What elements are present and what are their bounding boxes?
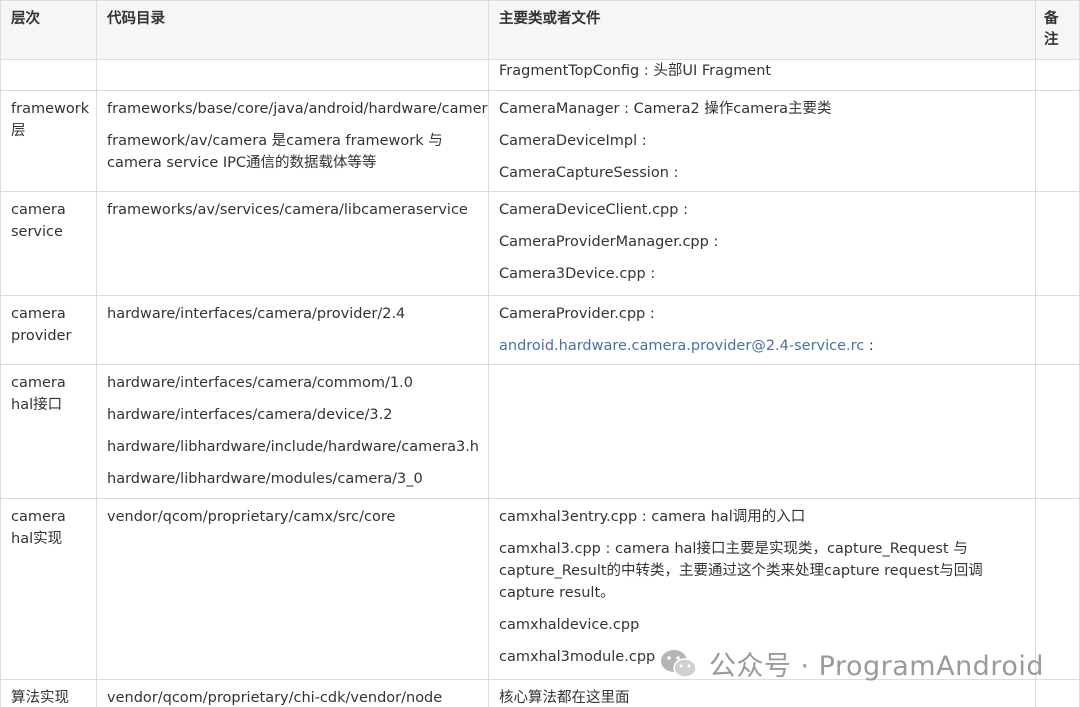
header-layer: 层次 xyxy=(0,0,97,60)
remark-cell xyxy=(1035,498,1080,680)
files-cell: CameraDeviceClient.cpp : CameraProviderM… xyxy=(488,191,1036,296)
header-main-files: 主要类或者文件 xyxy=(488,0,1036,60)
layer-cell: framework层 xyxy=(0,90,97,192)
table-row: FragmentTopConfig : 头部UI Fragment xyxy=(0,59,1080,91)
header-remark: 备注 xyxy=(1035,0,1080,60)
architecture-table: 层次 代码目录 主要类或者文件 备注 FragmentTopConfig : 头… xyxy=(0,0,1080,707)
dir-entry: frameworks/base/core/java/android/hardwa… xyxy=(107,101,489,117)
file-entry: CameraCaptureSession : xyxy=(499,165,679,181)
provider-rc-link[interactable]: android.hardware.camera.provider@2.4-ser… xyxy=(499,338,864,354)
table-row: camera service frameworks/av/services/ca… xyxy=(0,191,1080,296)
files-cell: CameraProvider.cpp : android.hardware.ca… xyxy=(488,295,1036,365)
files-cell: FragmentTopConfig : 头部UI Fragment xyxy=(488,59,1036,91)
files-cell: 核心算法都在这里面 xyxy=(488,679,1036,707)
file-entry: camxhal3entry.cpp : camera hal调用的入口 xyxy=(499,509,806,525)
dir-cell: frameworks/av/services/camera/libcameras… xyxy=(96,191,489,296)
dir-entry: frameworks/av/services/camera/libcameras… xyxy=(107,202,468,218)
layer-cell: camera hal实现 xyxy=(0,498,97,680)
dir-cell: hardware/interfaces/camera/commom/1.0 ha… xyxy=(96,364,489,499)
link-suffix: : xyxy=(864,338,874,354)
file-entry: CameraProviderManager.cpp : xyxy=(499,234,719,250)
file-entry: 核心算法都在这里面 xyxy=(499,690,630,706)
dir-cell xyxy=(96,59,489,91)
table-row: framework层 frameworks/base/core/java/and… xyxy=(0,90,1080,192)
dir-cell: vendor/qcom/proprietary/camx/src/core xyxy=(96,498,489,680)
dir-entry: framework/av/camera 是camera framework 与c… xyxy=(107,133,443,171)
file-entry: camxhal3.cpp : camera hal接口主要是实现类，captur… xyxy=(499,541,983,601)
table-header-row: 层次 代码目录 主要类或者文件 备注 xyxy=(0,0,1080,60)
files-cell: CameraManager : Camera2 操作camera主要类 Came… xyxy=(488,90,1036,192)
remark-cell xyxy=(1035,679,1080,707)
layer-cell: camera hal接口 xyxy=(0,364,97,499)
dir-cell: vendor/qcom/proprietary/chi-cdk/vendor/n… xyxy=(96,679,489,707)
dir-entry: hardware/libhardware/include/hardware/ca… xyxy=(107,439,479,455)
file-entry: CameraDeviceImpl : xyxy=(499,133,647,149)
table-row: camera hal接口 hardware/interfaces/camera/… xyxy=(0,364,1080,499)
file-entry: CameraDeviceClient.cpp : xyxy=(499,202,688,218)
layer-cell: camera service xyxy=(0,191,97,296)
file-entry: CameraManager : Camera2 操作camera主要类 xyxy=(499,101,832,117)
file-entry: android.hardware.camera.provider@2.4-ser… xyxy=(499,335,1025,357)
remark-cell xyxy=(1035,295,1080,365)
dir-entry: hardware/libhardware/modules/camera/3_0 xyxy=(107,471,423,487)
header-code-dir: 代码目录 xyxy=(96,0,489,60)
file-entry: CameraProvider.cpp : xyxy=(499,306,655,322)
file-entry: camxhaldevice.cpp xyxy=(499,617,640,633)
file-entry: Camera3Device.cpp : xyxy=(499,266,656,282)
file-entry: FragmentTopConfig : 头部UI Fragment xyxy=(499,63,772,79)
dir-entry: vendor/qcom/proprietary/camx/src/core xyxy=(107,509,396,525)
dir-entry: hardware/interfaces/camera/device/3.2 xyxy=(107,407,393,423)
file-entry: camxhal3module.cpp xyxy=(499,649,656,665)
layer-cell xyxy=(0,59,97,91)
files-cell xyxy=(488,364,1036,499)
layer-cell: camera provider xyxy=(0,295,97,365)
layer-cell: 算法实现 xyxy=(0,679,97,707)
remark-cell xyxy=(1035,90,1080,192)
remark-cell xyxy=(1035,364,1080,499)
dir-cell: frameworks/base/core/java/android/hardwa… xyxy=(96,90,489,192)
table-row: 算法实现 vendor/qcom/proprietary/chi-cdk/ven… xyxy=(0,679,1080,707)
dir-entry: hardware/interfaces/camera/provider/2.4 xyxy=(107,306,406,322)
table-row: camera hal实现 vendor/qcom/proprietary/cam… xyxy=(0,498,1080,680)
dir-cell: hardware/interfaces/camera/provider/2.4 xyxy=(96,295,489,365)
remark-cell xyxy=(1035,191,1080,296)
dir-entry: vendor/qcom/proprietary/chi-cdk/vendor/n… xyxy=(107,690,443,706)
dir-entry: hardware/interfaces/camera/commom/1.0 xyxy=(107,375,413,391)
files-cell: camxhal3entry.cpp : camera hal调用的入口 camx… xyxy=(488,498,1036,680)
remark-cell xyxy=(1035,59,1080,91)
table-row: camera provider hardware/interfaces/came… xyxy=(0,295,1080,365)
